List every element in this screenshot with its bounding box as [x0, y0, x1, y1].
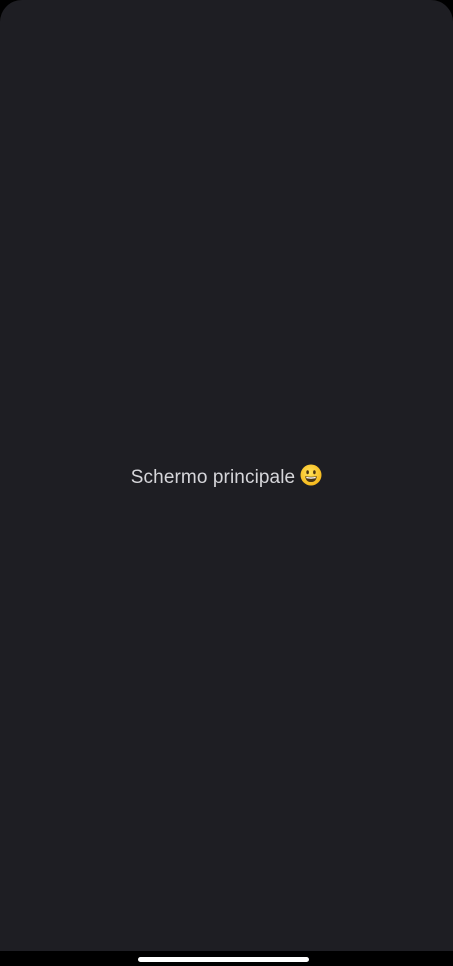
home-indicator[interactable]	[138, 957, 309, 962]
device-frame: Schermo principale	[0, 0, 453, 966]
main-screen-label-container: Schermo principale	[0, 464, 453, 489]
main-screen-label: Schermo principale	[130, 467, 296, 488]
grinning-face-icon	[300, 464, 322, 486]
